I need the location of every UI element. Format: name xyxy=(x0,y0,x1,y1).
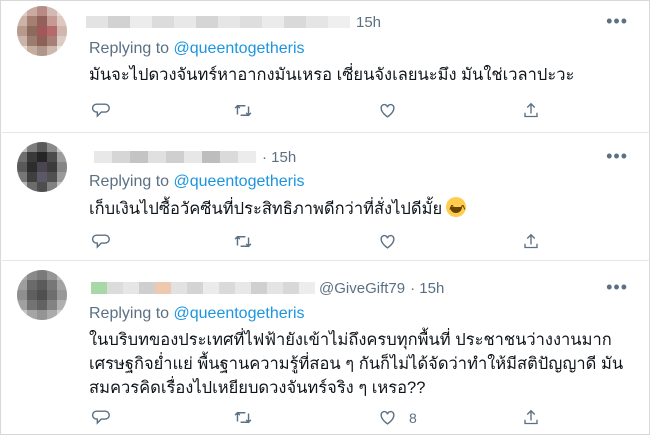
more-options-icon[interactable]: ••• xyxy=(606,146,628,167)
tweet-text-content: เก็บเงินไปซื้อวัคซีนที่ประสิทธิภาพดีกว่า… xyxy=(89,200,443,218)
tweet-text-line: มันจะไปดวงจันทร์หาอากงมันเหรอ เซี่ยนจังเ… xyxy=(89,66,575,84)
tweet-reply-3[interactable]: @GiveGift79 · 15h ••• Replying to @queen… xyxy=(0,262,650,435)
share-button[interactable] xyxy=(522,232,540,251)
reply-button[interactable] xyxy=(91,101,110,120)
tweet-text-line: สมควรคิดเรื่องไปเหยียบดวงจันทร์จริง ๆ เห… xyxy=(89,379,426,397)
share-icon xyxy=(524,233,538,249)
retweet-icon xyxy=(234,411,252,424)
divider xyxy=(0,132,650,133)
share-icon xyxy=(524,409,538,425)
tweet-actions xyxy=(91,232,561,252)
retweet-button[interactable] xyxy=(233,101,253,120)
like-button[interactable]: 8 xyxy=(378,408,417,427)
reply-icon xyxy=(91,234,110,249)
avatar[interactable] xyxy=(17,6,67,56)
grinning-squinting-face-emoji xyxy=(446,197,467,222)
tweet-header: 15h xyxy=(86,11,381,33)
tweet-header: @GiveGift79 · 15h xyxy=(91,277,444,299)
replying-label: Replying to xyxy=(89,173,170,190)
reply-button[interactable] xyxy=(91,408,110,427)
replying-to: Replying to @queentogetheris xyxy=(89,40,305,58)
retweet-button[interactable] xyxy=(233,408,253,427)
divider xyxy=(0,260,650,261)
more-options-icon[interactable]: ••• xyxy=(606,277,628,298)
tweet-header: · 15h xyxy=(94,146,296,168)
mention-link[interactable]: @queentogetheris xyxy=(174,305,305,322)
heart-icon xyxy=(380,410,395,425)
tweet-reply-2[interactable]: · 15h ••• Replying to @queentogetheris เ… xyxy=(0,136,650,259)
reply-button[interactable] xyxy=(91,232,110,251)
tweet-time[interactable]: · 15h xyxy=(410,280,444,297)
share-button[interactable] xyxy=(522,101,540,120)
tweet-time[interactable]: · 15h xyxy=(262,149,296,166)
more-options-icon[interactable]: ••• xyxy=(606,11,628,32)
tweet-actions: 8 xyxy=(91,408,561,428)
reply-icon xyxy=(91,103,110,118)
mention-link[interactable]: @queentogetheris xyxy=(174,173,305,190)
heart-icon xyxy=(380,234,395,249)
tweet-reply-1[interactable]: 15h ••• Replying to @queentogetheris มัน… xyxy=(0,0,650,128)
share-icon xyxy=(524,102,538,118)
replying-to: Replying to @queentogetheris xyxy=(89,173,305,191)
replying-label: Replying to xyxy=(89,305,170,322)
like-count: 8 xyxy=(409,409,417,426)
mention-link[interactable]: @queentogetheris xyxy=(174,40,305,57)
share-button[interactable] xyxy=(522,408,540,427)
reply-icon xyxy=(91,410,110,425)
tweet-text: มันจะไปดวงจันทร์หาอากงมันเหรอ เซี่ยนจังเ… xyxy=(89,63,574,87)
tweet-actions xyxy=(91,101,561,121)
tweet-text-line: เศรษฐกิจย่ำแย่ พื้นฐานความรู้ที่สอน ๆ กั… xyxy=(89,355,624,373)
retweet-icon xyxy=(234,104,252,117)
tweet-time[interactable]: 15h xyxy=(356,14,381,31)
tweet-text-line: ในบริบทของประเทศที่ไฟฟ้ายังเข้าไม่ถึงครบ… xyxy=(89,331,612,349)
like-button[interactable] xyxy=(378,232,405,251)
avatar[interactable] xyxy=(17,270,67,320)
replying-label: Replying to xyxy=(89,40,170,57)
tweet-text: เก็บเงินไปซื้อวัคซีนที่ประสิทธิภาพดีกว่า… xyxy=(89,197,467,222)
user-handle[interactable]: @GiveGift79 xyxy=(319,280,405,297)
replying-to: Replying to @queentogetheris xyxy=(89,305,305,323)
like-button[interactable] xyxy=(378,101,405,120)
retweet-button[interactable] xyxy=(233,232,253,251)
avatar[interactable] xyxy=(17,142,67,192)
retweet-icon xyxy=(234,235,252,248)
tweet-text-line: เก็บเงินไปซื้อวัคซีนที่ประสิทธิภาพดีกว่า… xyxy=(89,197,467,222)
tweet-text: ในบริบทของประเทศที่ไฟฟ้ายังเข้าไม่ถึงครบ… xyxy=(89,328,623,400)
heart-icon xyxy=(380,103,395,118)
